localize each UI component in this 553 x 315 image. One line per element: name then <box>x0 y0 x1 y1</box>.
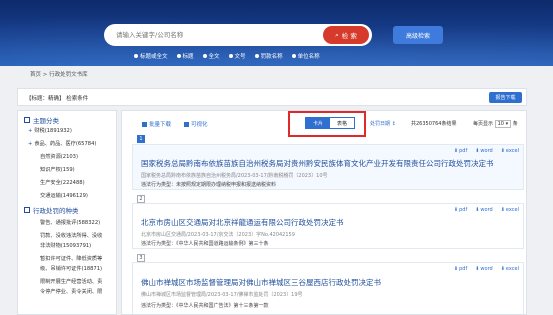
per-page-control: 每页显示 10 ▾ 条 <box>473 120 518 128</box>
radio-icon <box>176 54 181 58</box>
report-download-button[interactable]: 报告下载 <box>489 92 522 103</box>
sidebar-item[interactable]: 罚款、没收违法所得、没收 <box>40 232 102 239</box>
results-panel: 批量下载 可视化 卡片 表格 处罚日期 ↕ 共26350764条结果 每页显示 … <box>121 110 527 315</box>
condition-label: 【标题：精确】 检索条件 <box>26 96 89 102</box>
download-links: pdf word excel <box>454 207 519 213</box>
sidebar-item[interactable]: + 食品、药品、医疗(65784) <box>28 140 96 147</box>
result-title[interactable]: 国家税务总局黔南布依族苗族自治州税务局对贵州黔安民族体育文化产业开发有限责任公司… <box>141 158 494 169</box>
sidebar-item[interactable]: 知识产权(159) <box>40 166 75 173</box>
result-title[interactable]: 佛山市禅城区市场监督管理局对佛山市禅城区三谷屋西店行政处罚决定书 <box>141 277 381 288</box>
download-icon <box>142 121 147 127</box>
sidebar-item[interactable]: 警告、通报批评(588322) <box>40 219 100 226</box>
radio-icon <box>254 54 259 58</box>
result-card[interactable]: pdf word excel 北京市房山区交通局对北京祥龍通运有限公司行政处罚决… <box>132 203 524 249</box>
category-icon <box>24 117 30 123</box>
sidebar-item[interactable]: 暂扣许可证件、降低资质等 <box>40 255 102 262</box>
sidebar-item[interactable]: 限制开展生产经营活动、责 <box>40 278 102 285</box>
scope-option[interactable]: 单位名称 <box>291 52 320 60</box>
search-button[interactable]: ⌕ 检 索 <box>323 26 369 44</box>
search-button-label: 检 索 <box>341 32 357 40</box>
search-header: ⌕ 检 索 高级检索 标题或全文 标题 全文 文号 罚款名称 单位名称 <box>0 0 553 66</box>
result-index: 3 <box>137 254 145 262</box>
download-word-link[interactable]: word <box>475 207 492 213</box>
download-links: pdf word excel <box>454 148 519 154</box>
sidebar-title: 主题分类 <box>24 115 59 125</box>
category-icon <box>24 207 30 213</box>
result-meta: 北京市房山区交通局/2023-03-17/京交法〔2023〕字No.420421… <box>141 232 295 238</box>
result-index: 1 <box>137 135 145 143</box>
sidebar-item[interactable]: 令停产停业、责令关闭、限 <box>40 288 102 295</box>
result-card[interactable]: pdf word excel 佛山市禅城区市场监督管理局对佛山市禅城区三谷屋西店… <box>132 262 524 314</box>
view-toggle-highlight <box>288 111 366 137</box>
download-links: pdf word excel <box>454 266 519 272</box>
download-excel-link[interactable]: excel <box>501 148 519 154</box>
result-title[interactable]: 北京市房山区交通局对北京祥龍通运有限公司行政处罚决定书 <box>141 217 344 228</box>
download-excel-link[interactable]: excel <box>501 207 519 213</box>
sidebar-item[interactable]: 级、吊销许可证件(18871) <box>40 265 102 272</box>
result-violation-type: 违法行为类型：《中华人民共和国广告法》第十三条第一款 <box>141 303 269 309</box>
visualize-button[interactable]: 可视化 <box>184 120 208 128</box>
breadcrumb[interactable]: 首页 > 行政处罚文书库 <box>30 70 88 78</box>
result-count: 共26350764条结果 <box>411 121 457 127</box>
sort-by-date[interactable]: 处罚日期 ↕ <box>370 120 396 127</box>
download-excel-link[interactable]: excel <box>501 266 519 272</box>
batch-download-button[interactable]: 批量下载 <box>142 120 171 128</box>
search-input[interactable] <box>116 29 316 41</box>
download-word-link[interactable]: word <box>475 148 492 154</box>
scope-option[interactable]: 标题或全文 <box>134 52 168 60</box>
result-violation-type: 违法行为类型：未按照规定期限办理纳税申报和报送纳税资料 <box>141 182 277 188</box>
sidebar-section-title: 行政处罚的种类 <box>24 205 79 215</box>
radio-icon <box>228 54 233 58</box>
download-pdf-link[interactable]: pdf <box>454 266 467 272</box>
radio-icon <box>202 54 207 58</box>
sidebar-item[interactable]: 非法财物(15093791) <box>40 242 91 249</box>
sidebar-item[interactable]: 交通运输(1496129) <box>40 192 88 199</box>
condition-bar: 【标题：精确】 检索条件 <box>17 88 527 106</box>
chart-icon <box>184 121 189 127</box>
result-index: 2 <box>137 195 145 203</box>
download-word-link[interactable]: word <box>475 266 492 272</box>
result-card[interactable]: pdf word excel 国家税务总局黔南布依族苗族自治州税务局对贵州黔安民… <box>132 144 524 190</box>
download-pdf-link[interactable]: pdf <box>454 207 467 213</box>
search-scope-options: 标题或全文 标题 全文 文号 罚款名称 单位名称 <box>134 52 320 60</box>
scope-option[interactable]: 标题 <box>176 52 194 60</box>
download-pdf-link[interactable]: pdf <box>454 148 467 154</box>
scope-option[interactable]: 全文 <box>202 52 220 60</box>
scope-option[interactable]: 罚款名称 <box>254 52 283 60</box>
per-page-select[interactable]: 10 ▾ <box>494 120 512 128</box>
scope-option[interactable]: 文号 <box>228 52 246 60</box>
sidebar-item[interactable]: 自然资源(2103) <box>40 153 78 160</box>
sidebar-item[interactable]: 生产安全(222488) <box>40 179 85 186</box>
sidebar-item[interactable]: + 财税(1891932) <box>28 127 72 134</box>
radio-icon <box>134 54 138 58</box>
sort-icon: ↕ <box>391 121 396 127</box>
result-violation-type: 违法行为类型：《中华人民共和国道路运输条例》第三十条 <box>141 241 269 247</box>
advanced-search-button[interactable]: 高级检索 <box>393 26 443 44</box>
search-icon: ⌕ <box>335 30 339 39</box>
result-meta: 佛山市禅城区市场监督管理局/2023-03-17/佛禅市监处罚〔2023〕19号 <box>141 292 303 298</box>
sidebar: 主题分类 + 财税(1891932) + 食品、药品、医疗(65784) 自然资源(… <box>17 110 117 315</box>
radio-icon <box>291 54 296 58</box>
result-meta: 国家税务总局黔南布依族苗族自治州税务局/2023-03-17/黔南税稽罚〔202… <box>141 173 328 179</box>
